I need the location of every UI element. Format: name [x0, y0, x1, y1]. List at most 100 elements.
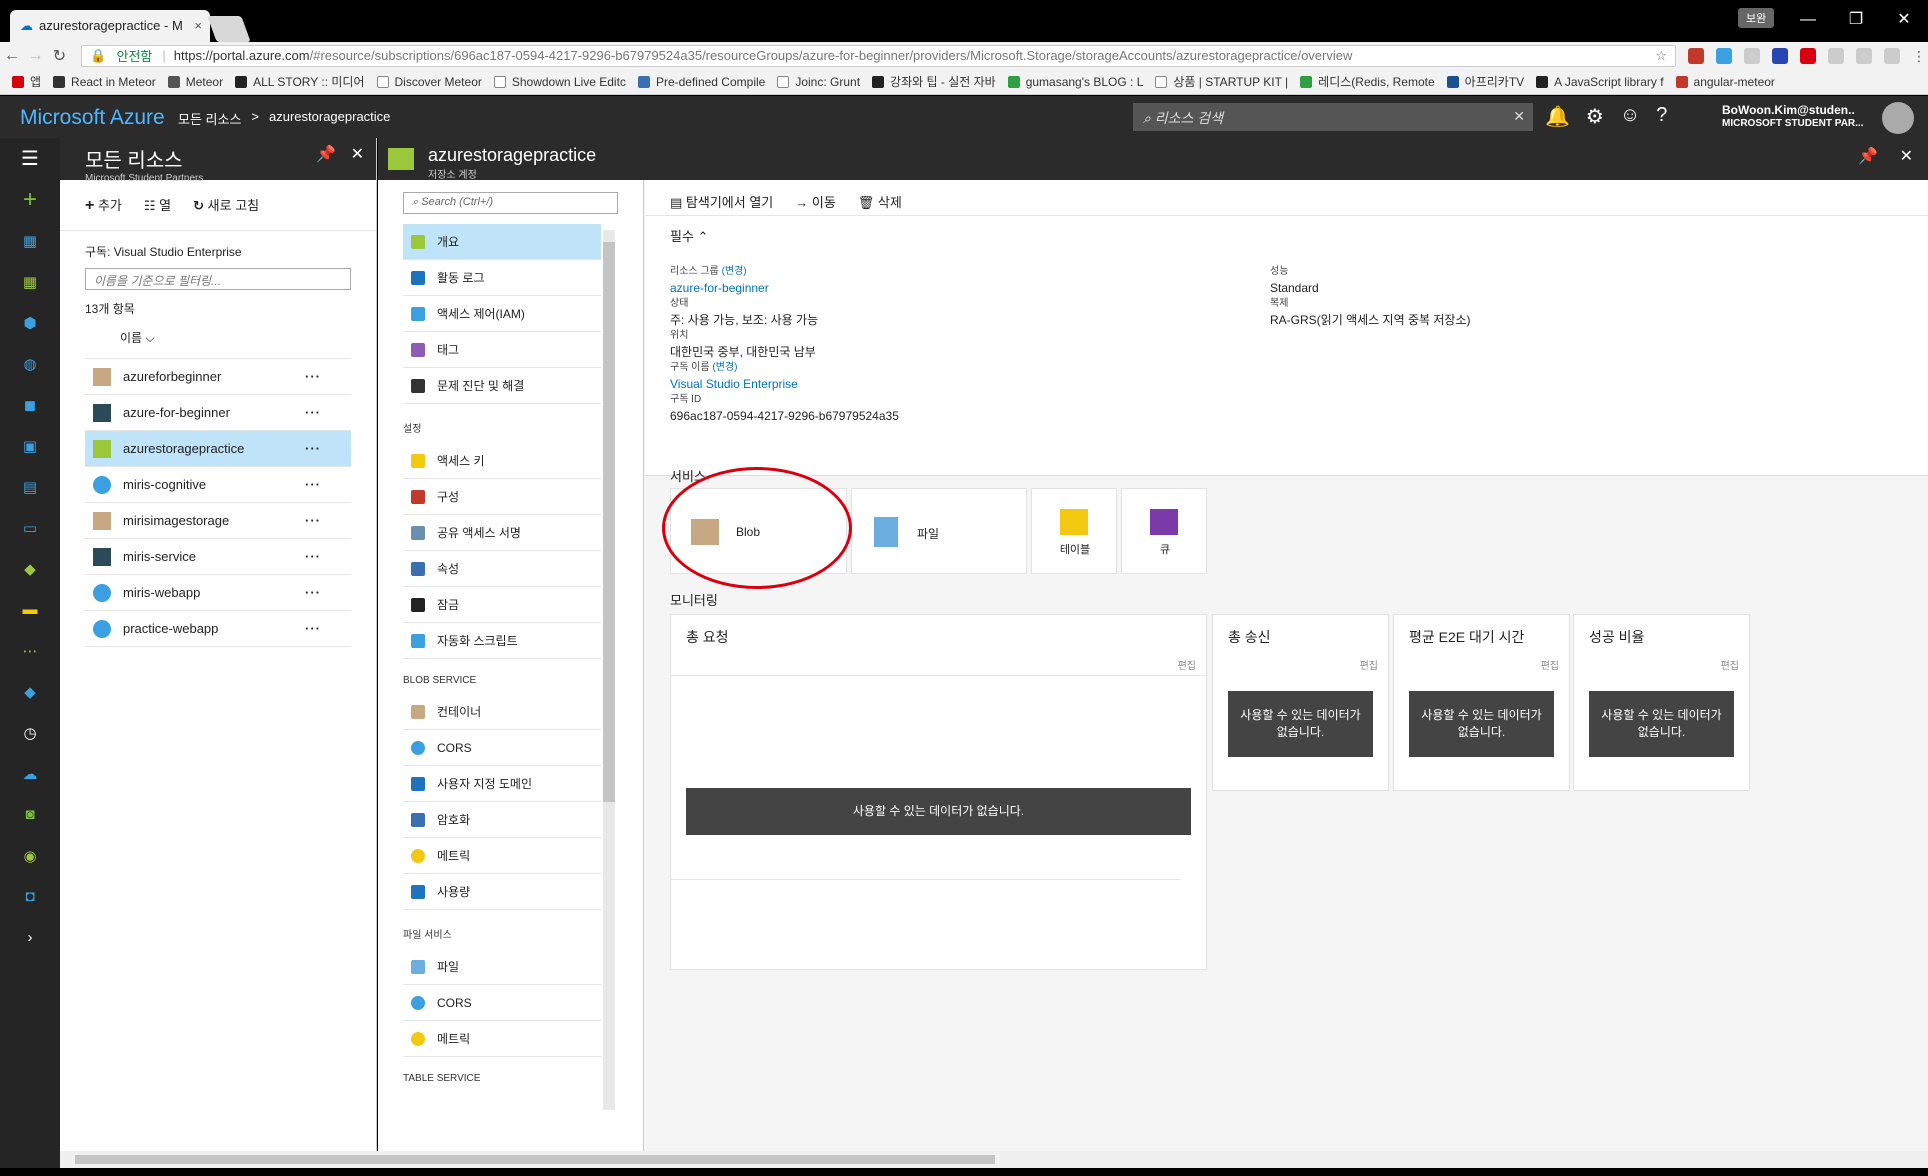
extension-icon[interactable]	[1883, 47, 1900, 64]
clock-icon[interactable]: ◷	[0, 712, 60, 753]
menu-item-file-metrics[interactable]: 메트릭	[403, 1021, 601, 1057]
avg-latency-tile[interactable]: 평균 E2E 대기 시간 편집 사용할 수 있는 데이터가 없습니다.	[1393, 614, 1570, 791]
bookmark-item[interactable]: angular-meteor	[1675, 75, 1775, 89]
bookmark-item[interactable]: ALL STORY :: 미디어	[235, 73, 365, 90]
all-resources-grid-icon[interactable]: ▦	[0, 261, 60, 302]
pin-icon[interactable]: 📌	[1858, 146, 1878, 166]
bookmark-item[interactable]: Joinc: Grunt	[777, 75, 860, 89]
more-options-icon[interactable]: ···	[305, 405, 321, 420]
support-icon[interactable]: ◘	[0, 876, 60, 917]
more-options-icon[interactable]: ···	[305, 369, 321, 384]
more-options-icon[interactable]: ···	[305, 585, 321, 600]
pin-icon[interactable]: 📌	[316, 144, 336, 164]
resource-item[interactable]: miris-service ···	[85, 539, 351, 575]
bookmark-star-icon[interactable]: ☆	[1655, 48, 1667, 64]
total-requests-tile[interactable]: 총 요청 편집 사용할 수 있는 데이터가 없습니다.	[670, 614, 1208, 970]
menu-item-usage[interactable]: 사용량	[403, 874, 601, 910]
bookmark-item[interactable]: Showdown Live Editc	[493, 75, 626, 89]
menu-item-blob-cors[interactable]: CORS	[403, 730, 601, 766]
new-resource-plus-icon[interactable]: +	[0, 179, 60, 220]
menu-item-file-cors[interactable]: CORS	[403, 985, 601, 1021]
diamond-icon[interactable]: ◆	[0, 548, 60, 589]
resource-item[interactable]: mirisimagestorage ···	[85, 503, 351, 539]
bookmark-item[interactable]: 아프리카TV	[1446, 73, 1524, 90]
help-icon[interactable]: ?	[1656, 104, 1667, 129]
virtual-machines-icon[interactable]: ▣	[0, 425, 60, 466]
essentials-toggle[interactable]: 필수 ⌃	[670, 226, 1903, 245]
total-egress-tile[interactable]: 총 송신 편집 사용할 수 있는 데이터가 없습니다.	[1212, 614, 1389, 791]
menu-item-custom-domain[interactable]: 사용자 지정 도메인	[403, 766, 601, 802]
edit-chart-link[interactable]: 편집	[1360, 657, 1378, 672]
close-tab-icon[interactable]: ×	[194, 18, 202, 33]
extension-icon[interactable]	[1715, 47, 1732, 64]
menu-scrollbar[interactable]	[603, 230, 615, 1110]
url-input[interactable]: 🔒 안전함 | https://portal.azure.com/#resour…	[81, 44, 1676, 67]
cloud-icon[interactable]: ☁	[0, 753, 60, 794]
menu-item-encryption[interactable]: 암호화	[403, 802, 601, 838]
resource-search-input[interactable]: ⌕ 리소스 검색 ✕	[1133, 103, 1533, 131]
extension-icon[interactable]	[1799, 47, 1816, 64]
menu-item-activity-log[interactable]: 활동 로그	[403, 260, 601, 296]
edit-chart-link[interactable]: 편집	[1178, 657, 1196, 672]
user-account[interactable]: BoWoon.Kim@studen.. MICROSOFT STUDENT PA…	[1722, 103, 1863, 131]
reload-icon[interactable]: ↻	[48, 46, 72, 66]
storage-accounts-icon[interactable]: ▬	[0, 589, 60, 630]
breadcrumb-all-resources[interactable]: 모든 리소스	[178, 109, 241, 128]
more-services-chevron-icon[interactable]: ›	[0, 917, 60, 958]
menu-item-automation[interactable]: 자동화 스크립트	[403, 623, 601, 659]
bookmark-item[interactable]: gumasang's BLOG : L	[1007, 75, 1143, 89]
file-service-tile[interactable]: 파일	[851, 488, 1027, 574]
resource-item[interactable]: miris-webapp ···	[85, 575, 351, 611]
resource-group-link[interactable]: azure-for-beginner	[670, 280, 899, 296]
hamburger-menu-icon[interactable]: ☰	[0, 138, 60, 179]
scrollbar-thumb[interactable]	[75, 1155, 995, 1164]
close-icon[interactable]: ✕	[1900, 146, 1913, 166]
extension-icon[interactable]	[1771, 47, 1788, 64]
advisor-icon[interactable]: ◉	[0, 835, 60, 876]
edit-chart-link[interactable]: 편집	[1721, 657, 1739, 672]
name-filter-input[interactable]: 이름을 기준으로 필터링...	[85, 268, 351, 290]
change-resource-group-link[interactable]: (변경)	[722, 266, 747, 277]
bookmark-item[interactable]: Meteor	[167, 75, 223, 89]
move-button[interactable]: → 이동	[795, 192, 836, 210]
menu-icon[interactable]: ⋮	[1912, 48, 1928, 64]
bookmark-item[interactable]: 레디스(Redis, Remote	[1300, 73, 1435, 90]
menu-item-diagnose[interactable]: 문제 진단 및 해결	[403, 368, 601, 404]
back-icon[interactable]: ←	[0, 47, 24, 65]
new-tab-button[interactable]	[207, 16, 251, 42]
bookmark-item[interactable]: React in Meteor	[53, 75, 156, 89]
menu-item-configuration[interactable]: 구성	[403, 479, 601, 515]
sort-dropdown[interactable]: 이름 ⌵	[85, 323, 351, 359]
subscription-link[interactable]: Visual Studio Enterprise	[670, 376, 899, 392]
menu-search-input[interactable]: ⌕ Search (Ctrl+/)	[403, 192, 618, 214]
success-rate-tile[interactable]: 성공 비율 편집 사용할 수 있는 데이터가 없습니다.	[1573, 614, 1750, 791]
open-in-explorer-button[interactable]: ▤ 탐색기에서 열기	[670, 192, 773, 210]
more-options-icon[interactable]: ···	[305, 441, 321, 456]
more-options-icon[interactable]: ···	[305, 621, 321, 636]
bookmark-item[interactable]: Discover Meteor	[376, 75, 482, 89]
sql-database-icon[interactable]: ◼	[0, 384, 60, 425]
menu-item-sas[interactable]: 공유 액세스 서명	[403, 515, 601, 551]
scrollbar-thumb[interactable]	[603, 242, 615, 802]
resource-groups-icon[interactable]: ⬢	[0, 302, 60, 343]
maximize-icon[interactable]: ❐	[1832, 0, 1880, 42]
monitor-icon[interactable]: ▭	[0, 507, 60, 548]
resource-item[interactable]: practice-webapp ···	[85, 611, 351, 647]
table-service-tile[interactable]: 테이블	[1031, 488, 1117, 574]
bookmark-item[interactable]: Pre-defined Compile	[637, 75, 765, 89]
menu-item-blob-metrics[interactable]: 메트릭	[403, 838, 601, 874]
breadcrumb-current[interactable]: azurestoragepractice	[269, 109, 390, 128]
extension-icon[interactable]	[1855, 47, 1872, 64]
extension-icon[interactable]	[1743, 47, 1760, 64]
resource-item[interactable]: miris-cognitive ···	[85, 467, 351, 503]
menu-item-properties[interactable]: 속성	[403, 551, 601, 587]
resource-item-selected[interactable]: azurestoragepractice ···	[85, 431, 351, 467]
resource-item[interactable]: azure-for-beginner ···	[85, 395, 351, 431]
profile-chip[interactable]: 보완	[1738, 8, 1775, 28]
avatar[interactable]	[1882, 102, 1914, 134]
feedback-smiley-icon[interactable]: ☺	[1620, 104, 1640, 129]
forward-icon[interactable]: →	[24, 47, 48, 65]
close-icon[interactable]: ✕	[351, 144, 364, 164]
extension-icon[interactable]	[1687, 47, 1704, 64]
menu-item-files[interactable]: 파일	[403, 949, 601, 985]
